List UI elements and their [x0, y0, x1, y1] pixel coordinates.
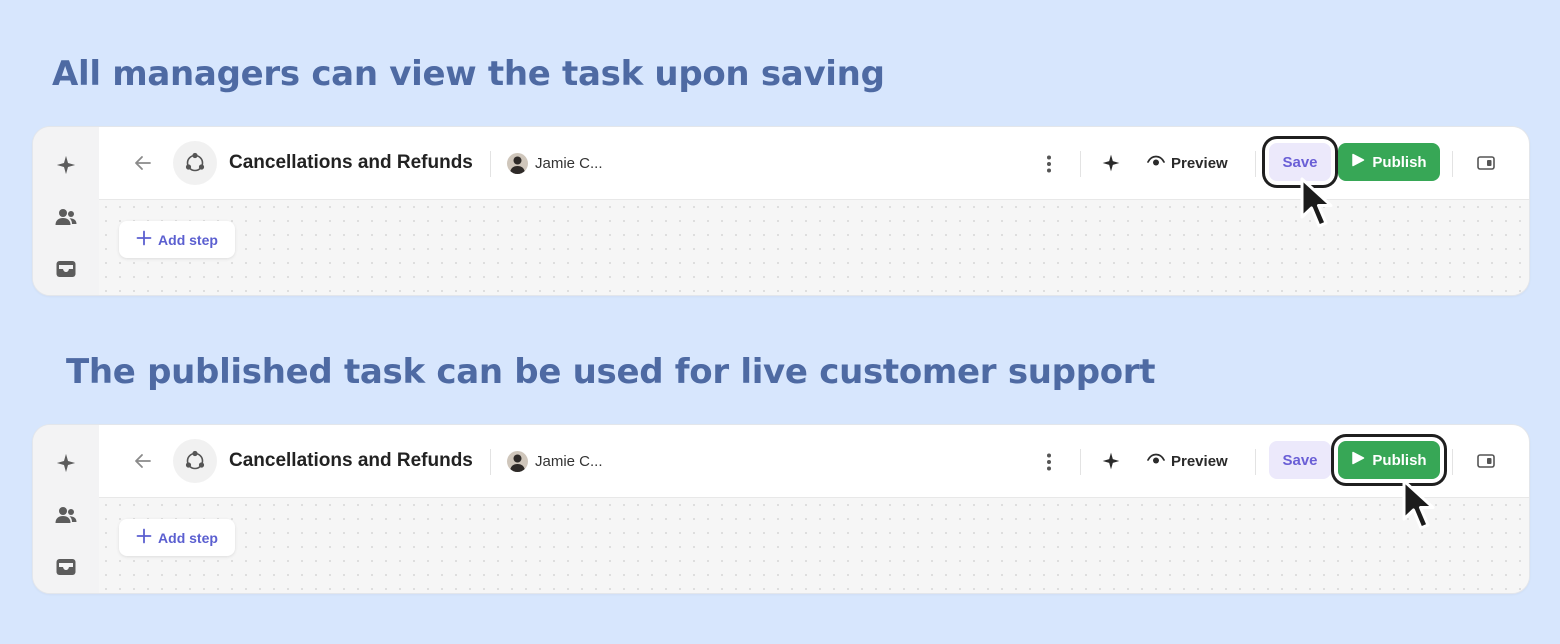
- mouse-pointer-icon: [1300, 177, 1333, 228]
- play-icon: [1351, 153, 1365, 171]
- divider: [490, 151, 491, 177]
- divider: [1255, 151, 1256, 177]
- publish-button[interactable]: Publish: [1338, 143, 1440, 181]
- left-rail: [33, 127, 100, 295]
- save-button[interactable]: Save: [1269, 441, 1331, 479]
- sparkle-icon[interactable]: [1099, 151, 1123, 175]
- back-arrow-icon[interactable]: [131, 151, 155, 175]
- task-title: Cancellations and Refunds: [229, 450, 473, 471]
- avatar: [507, 450, 528, 472]
- preview-button[interactable]: Preview: [1147, 151, 1228, 175]
- divider: [1452, 151, 1453, 177]
- preview-label: Preview: [1171, 154, 1228, 172]
- divider: [490, 449, 491, 475]
- owner[interactable]: Jamie C...: [507, 450, 603, 472]
- preview-label: Preview: [1171, 452, 1228, 470]
- eye-icon: [1147, 154, 1165, 173]
- divider: [1452, 449, 1453, 475]
- task-editor-window-publish: Cancellations and Refunds Jamie C... Pre…: [32, 424, 1530, 594]
- task-title: Cancellations and Refunds: [229, 152, 473, 173]
- avatar: [507, 152, 528, 174]
- add-step-button[interactable]: Add step: [119, 221, 235, 258]
- caption-publish: The published task can be used for live …: [66, 352, 1156, 392]
- owner-name: Jamie C...: [535, 154, 603, 172]
- mouse-pointer-icon: [1402, 479, 1435, 530]
- divider: [1080, 151, 1081, 177]
- sparkle-icon[interactable]: [54, 153, 78, 177]
- divider: [1080, 449, 1081, 475]
- more-vertical-icon[interactable]: [1039, 449, 1059, 475]
- sparkle-icon[interactable]: [54, 451, 78, 475]
- publish-label: Publish: [1372, 153, 1427, 171]
- play-icon: [1351, 451, 1365, 469]
- task-workflow-icon: [173, 141, 217, 185]
- eye-icon: [1147, 452, 1165, 471]
- inbox-icon[interactable]: [54, 257, 78, 281]
- caption-save: All managers can view the task upon savi…: [52, 54, 885, 94]
- back-arrow-icon[interactable]: [131, 449, 155, 473]
- side-panel-icon[interactable]: [1474, 151, 1498, 175]
- editor-toolbar: Cancellations and Refunds Jamie C... Pre…: [99, 425, 1529, 498]
- side-panel-icon[interactable]: [1474, 449, 1498, 473]
- plus-icon: [136, 230, 152, 249]
- sparkle-icon[interactable]: [1099, 449, 1123, 473]
- workflow-canvas[interactable]: Add step: [99, 498, 1529, 593]
- users-icon[interactable]: [54, 503, 78, 527]
- add-step-label: Add step: [158, 231, 218, 248]
- publish-button[interactable]: Publish: [1338, 441, 1440, 479]
- plus-icon: [136, 528, 152, 547]
- owner-name: Jamie C...: [535, 452, 603, 470]
- owner[interactable]: Jamie C...: [507, 152, 603, 174]
- users-icon[interactable]: [54, 205, 78, 229]
- task-workflow-icon: [173, 439, 217, 483]
- add-step-button[interactable]: Add step: [119, 519, 235, 556]
- inbox-icon[interactable]: [54, 555, 78, 579]
- publish-label: Publish: [1372, 451, 1427, 469]
- add-step-label: Add step: [158, 529, 218, 546]
- more-vertical-icon[interactable]: [1039, 151, 1059, 177]
- preview-button[interactable]: Preview: [1147, 449, 1228, 473]
- left-rail: [33, 425, 100, 593]
- divider: [1255, 449, 1256, 475]
